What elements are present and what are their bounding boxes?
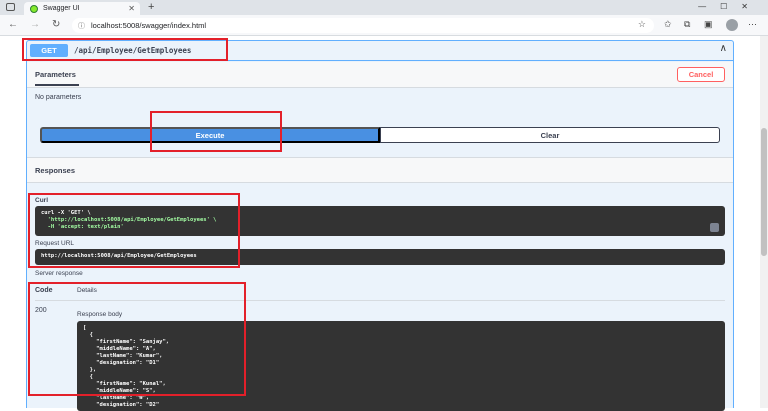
favorite-icon[interactable]: ☆ <box>638 19 646 30</box>
copy-icon[interactable] <box>710 223 719 232</box>
browser-titlebar: Swagger UI ✕ + —☐✕ <box>0 0 768 15</box>
sidebar-icon[interactable]: ▣ <box>704 19 713 30</box>
reload-icon[interactable]: ↻ <box>52 19 60 30</box>
highlight-operation-path <box>22 38 228 61</box>
collections-icon[interactable]: ✩ <box>664 19 672 30</box>
more-icon[interactable]: ⋯ <box>748 19 757 30</box>
highlight-response <box>28 282 246 396</box>
execute-wrapper: Execute Clear <box>40 127 720 143</box>
new-tab-button[interactable]: + <box>148 1 154 13</box>
scrollbar-thumb[interactable] <box>761 128 767 256</box>
clear-button[interactable]: Clear <box>380 127 720 143</box>
site-info-icon[interactable]: ⓘ <box>78 21 85 31</box>
server-response-label: Server response <box>35 270 83 277</box>
extensions-icon[interactable]: ⧉ <box>684 19 690 30</box>
tab-close-icon[interactable]: ✕ <box>128 4 135 13</box>
no-parameters-text: No parameters <box>35 94 82 101</box>
responses-header: Responses <box>27 157 733 183</box>
highlight-execute-button <box>150 111 282 152</box>
parameters-header: Parameters Cancel <box>27 62 733 88</box>
chevron-up-icon[interactable]: ∧ <box>720 43 727 54</box>
address-bar[interactable]: ⓘ localhost:5008/swagger/index.html ☆ <box>72 18 654 33</box>
browser-tab[interactable]: Swagger UI ✕ <box>24 2 140 15</box>
parameters-tab-underline <box>35 84 79 86</box>
responses-title: Responses <box>35 166 76 175</box>
workspaces-icon[interactable] <box>6 3 15 11</box>
tab-title: Swagger UI <box>43 5 80 12</box>
profile-avatar[interactable] <box>726 19 738 31</box>
swagger-favicon-icon <box>30 4 38 13</box>
cancel-button[interactable]: Cancel <box>677 67 725 82</box>
page-scrollbar[interactable] <box>760 36 768 408</box>
forward-icon[interactable]: → <box>30 19 40 30</box>
address-bar-url: localhost:5008/swagger/index.html <box>91 21 207 30</box>
parameters-title[interactable]: Parameters <box>35 70 76 79</box>
highlight-curl-request <box>28 193 240 268</box>
back-icon[interactable]: ← <box>8 19 18 30</box>
window-controls[interactable]: —☐✕ <box>698 2 762 11</box>
browser-toolbar: ← → ↻ ⓘ localhost:5008/swagger/index.htm… <box>0 15 768 36</box>
